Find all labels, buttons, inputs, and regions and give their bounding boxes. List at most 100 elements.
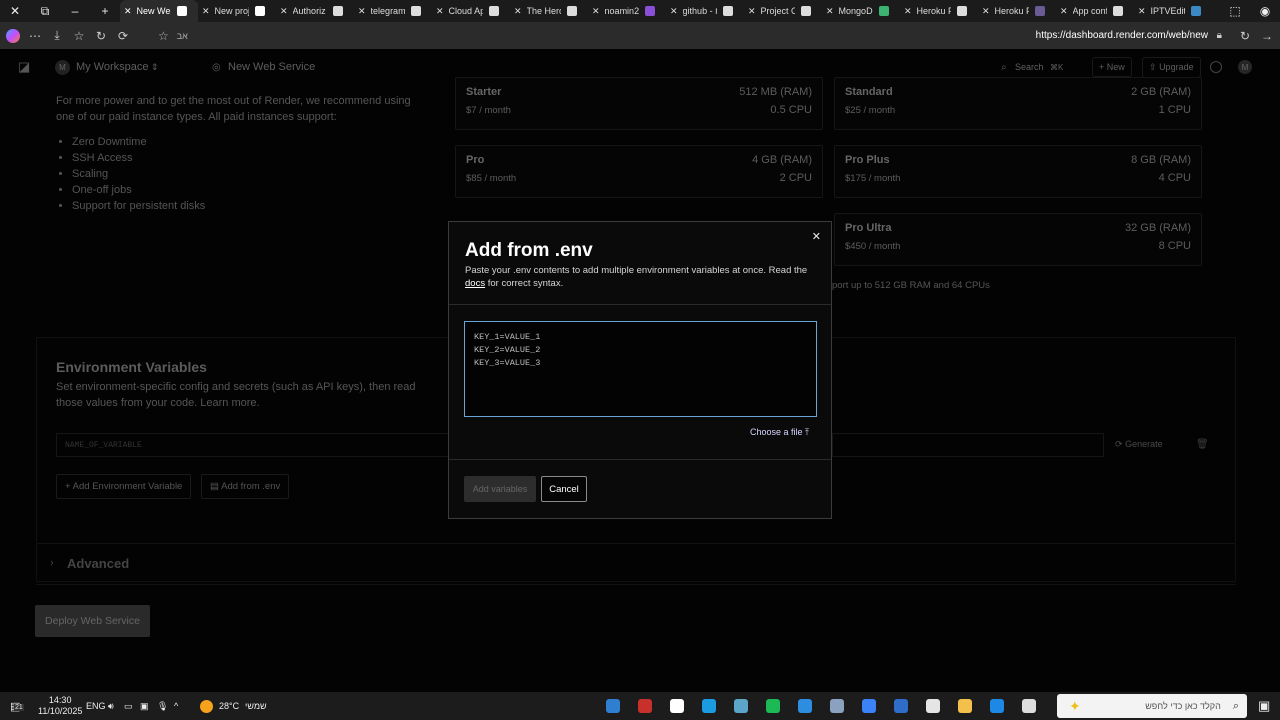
- weather-label[interactable]: שמשי: [245, 701, 267, 711]
- steam-icon[interactable]: [666, 695, 688, 717]
- env-textarea[interactable]: KEY_1=VALUE_1 KEY_2=VALUE_2 KEY_3=VALUE_…: [464, 321, 817, 417]
- history-icon[interactable]: ↻: [90, 22, 112, 49]
- tab-close-icon[interactable]: ✕: [826, 6, 834, 17]
- tab-close-icon[interactable]: ✕: [748, 6, 756, 17]
- refresh-icon[interactable]: ↻: [1234, 22, 1256, 49]
- advanced-title[interactable]: Advanced: [67, 556, 129, 571]
- plan-card-pro[interactable]: Pro $85 / month 4 GB (RAM) 2 CPU: [455, 145, 823, 198]
- store-icon[interactable]: [922, 695, 944, 717]
- tab-favicon-icon: [254, 6, 265, 16]
- env-value-input[interactable]: [832, 433, 1104, 457]
- edge-icon[interactable]: [986, 695, 1008, 717]
- advanced-section[interactable]: [36, 543, 1236, 585]
- chevron-up-icon[interactable]: ^: [174, 701, 178, 711]
- tab-2[interactable]: ✕ Authoriz: [276, 0, 354, 22]
- copilot-logo-icon[interactable]: [2, 22, 24, 49]
- new-button[interactable]: + New: [1092, 57, 1132, 77]
- tab-0[interactable]: ✕ New Web: [120, 0, 198, 22]
- upgrade-button[interactable]: ⇧ Upgrade: [1142, 56, 1201, 78]
- language-indicator[interactable]: ENG: [86, 701, 106, 711]
- outlook-icon[interactable]: [890, 695, 912, 717]
- more-icon[interactable]: ⋯: [24, 22, 46, 49]
- tab-4[interactable]: ✕ Cloud Ap: [432, 0, 510, 22]
- plan-card-pro-ultra[interactable]: Pro Ultra $450 / month 32 GB (RAM) 8 CPU: [834, 213, 1202, 266]
- favorites-icon[interactable]: ☆: [68, 22, 90, 49]
- tab-close-icon[interactable]: ✕: [592, 6, 600, 17]
- clock[interactable]: 14:30 11/10/2025: [38, 695, 82, 717]
- tab-close-icon[interactable]: ✕: [202, 6, 210, 17]
- weather-temp[interactable]: 28°C: [219, 701, 239, 711]
- tab-close-icon[interactable]: ✕: [358, 6, 366, 17]
- tab-close-icon[interactable]: ✕: [982, 6, 990, 17]
- tab-close-icon[interactable]: ✕: [670, 6, 678, 17]
- add-variables-button[interactable]: Add variables: [464, 476, 536, 502]
- add-from-env-button[interactable]: ▤ Add from .env: [201, 474, 290, 499]
- plan-card-starter[interactable]: Starter $7 / month 512 MB (RAM) 0.5 CPU: [455, 77, 823, 130]
- tab-1[interactable]: ✕ New proj: [198, 0, 276, 22]
- tab-actions-icon[interactable]: ⬚: [1220, 0, 1250, 22]
- tab-11[interactable]: ✕ Heroku P: [978, 0, 1056, 22]
- close-window-icon[interactable]: ✕: [0, 0, 30, 22]
- tab-13[interactable]: ✕ IPTVEdito: [1134, 0, 1212, 22]
- star-icon[interactable]: ☆: [158, 29, 169, 43]
- search-button[interactable]: Search: [1015, 62, 1044, 72]
- workspace-selector[interactable]: My Workspace: [76, 61, 149, 73]
- help-icon[interactable]: [1210, 61, 1222, 73]
- minimize-icon[interactable]: –: [60, 0, 90, 22]
- weather-icon[interactable]: [200, 699, 213, 713]
- chevron-updown-icon[interactable]: ⇕: [151, 62, 159, 73]
- downloads-icon[interactable]: ⤓: [46, 22, 68, 49]
- notepad-icon[interactable]: [730, 695, 752, 717]
- user-avatar[interactable]: M: [1238, 60, 1252, 74]
- taskbar-search[interactable]: ✦ הקלד כאן כדי לחפש ⌕: [1057, 694, 1247, 718]
- tab-6[interactable]: ✕ noamin25: [588, 0, 666, 22]
- tab-close-icon[interactable]: ✕: [124, 6, 132, 17]
- deploy-button[interactable]: Deploy Web Service: [35, 605, 150, 637]
- tab-9[interactable]: ✕ MongoDB: [822, 0, 900, 22]
- go-icon[interactable]: →: [1256, 22, 1278, 49]
- tab-close-icon[interactable]: ✕: [514, 6, 522, 17]
- tab-8[interactable]: ✕ Project O: [744, 0, 822, 22]
- app-icon[interactable]: [698, 695, 720, 717]
- cancel-button[interactable]: Cancel: [541, 476, 587, 502]
- tab-close-icon[interactable]: ✕: [1138, 6, 1146, 17]
- onedrive-icon[interactable]: ▣: [140, 701, 149, 712]
- spotify-icon[interactable]: [762, 695, 784, 717]
- generate-button[interactable]: ⟳ Generate: [1115, 439, 1163, 450]
- search-icon[interactable]: ⌕: [1001, 62, 1007, 73]
- plan-card-standard[interactable]: Standard $25 / month 2 GB (RAM) 1 CPU: [834, 77, 1202, 130]
- delete-icon[interactable]: 🗑︎: [1196, 439, 1209, 450]
- explorer-icon[interactable]: [954, 695, 976, 717]
- close-icon[interactable]: ✕: [812, 230, 821, 243]
- new-tab-icon[interactable]: +: [90, 0, 120, 22]
- docs-link[interactable]: docs: [465, 278, 485, 289]
- tab-7[interactable]: ✕ github - ח: [666, 0, 744, 22]
- tab-close-icon[interactable]: ✕: [1060, 6, 1068, 17]
- tab-12[interactable]: ✕ App confi: [1056, 0, 1134, 22]
- opera-icon[interactable]: [634, 695, 656, 717]
- render-logo-icon[interactable]: ◪: [18, 59, 30, 75]
- plan-card-pro-plus[interactable]: Pro Plus $175 / month 8 GB (RAM) 4 CPU: [834, 145, 1202, 198]
- copilot-icon[interactable]: ◉: [1250, 0, 1280, 22]
- taskview-icon[interactable]: [1018, 695, 1040, 717]
- network-icon[interactable]: ▭: [124, 701, 133, 712]
- workspaces-icon[interactable]: ⧉: [30, 0, 60, 22]
- tab-10[interactable]: ✕ Heroku P: [900, 0, 978, 22]
- vscode-icon[interactable]: [602, 695, 624, 717]
- url-field[interactable]: ☆ אב https://dashboard.render.com/web/ne…: [156, 25, 1252, 46]
- tab-close-icon[interactable]: ✕: [280, 6, 288, 17]
- volume-icon[interactable]: 🔊︎: [108, 701, 114, 712]
- tab-close-icon[interactable]: ✕: [904, 6, 912, 17]
- mail-icon[interactable]: [794, 695, 816, 717]
- env-key-input[interactable]: NAME_OF_VARIABLE: [56, 433, 456, 457]
- tab-close-icon[interactable]: ✕: [436, 6, 444, 17]
- mic-icon[interactable]: 🎙︎: [157, 701, 168, 712]
- app-icon[interactable]: [858, 695, 880, 717]
- tab-3[interactable]: ✕ telegram: [354, 0, 432, 22]
- extensions-icon[interactable]: ⟳: [112, 22, 134, 49]
- choose-file-link[interactable]: Choose a file ⤒: [750, 427, 809, 438]
- tab-5[interactable]: ✕ The Herol: [510, 0, 588, 22]
- start-icon[interactable]: ▣: [1258, 698, 1270, 714]
- add-env-variable-button[interactable]: + Add Environment Variable: [56, 474, 192, 499]
- photos-icon[interactable]: [826, 695, 848, 717]
